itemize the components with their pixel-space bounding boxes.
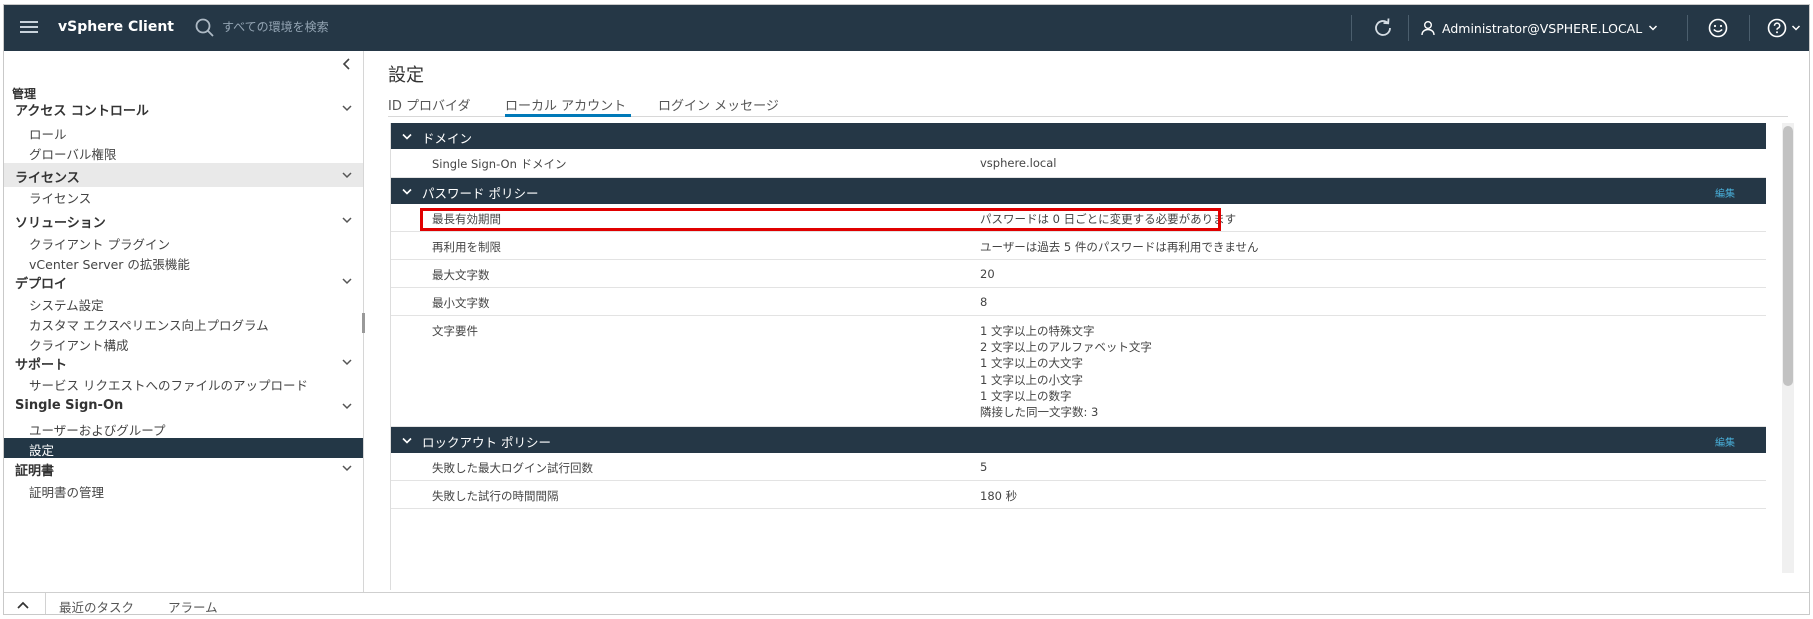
user-name: Administrator@VSPHERE.LOCAL — [1442, 20, 1643, 36]
header-divider — [1687, 15, 1688, 41]
page-title: 設定 — [388, 65, 424, 86]
header-divider — [1351, 15, 1352, 41]
sidebar-item-client-plugins[interactable]: クライアント プラグイン — [29, 234, 170, 253]
sidebar-section-sso[interactable]: Single Sign-On — [4, 394, 363, 418]
tab-local-accounts[interactable]: ローカル アカウント — [505, 95, 626, 114]
sidebar-item-roles[interactable]: ロール — [29, 124, 67, 143]
scrollbar-thumb[interactable] — [1783, 126, 1793, 386]
header-divider — [1408, 15, 1409, 41]
user-menu[interactable]: Administrator@VSPHERE.LOCAL — [1420, 18, 1658, 38]
edit-lockout-policy-link[interactable]: 編集 — [1715, 434, 1735, 449]
chevron-down-icon — [1649, 25, 1658, 31]
sidebar-section-deploy[interactable]: デプロイ — [4, 269, 363, 293]
search-icon[interactable] — [194, 17, 216, 39]
sidebar-section-access-control[interactable]: アクセス コントロール — [4, 96, 363, 120]
vertical-scrollbar[interactable] — [1782, 123, 1794, 573]
chevron-down-icon — [402, 188, 412, 195]
section-header-domain[interactable]: ドメイン — [391, 123, 1766, 149]
table-row: Single Sign-On ドメイン vsphere.local — [391, 149, 1766, 178]
sidebar-item-upload-file[interactable]: サービス リクエストへのファイルのアップロード — [29, 375, 308, 394]
search-input[interactable] — [222, 15, 562, 39]
top-header: vSphere Client Administrator@VSPHERE.LOC… — [4, 5, 1809, 51]
table-row: 再利用を制限 ユーザーは過去 5 件のパスワードは再利用できません — [391, 232, 1766, 260]
active-tab-indicator — [505, 114, 631, 117]
chevron-down-icon — [1791, 25, 1801, 31]
sidebar-item-system-config[interactable]: システム設定 — [29, 295, 104, 314]
chevron-down-icon — [402, 133, 412, 140]
app-title[interactable]: vSphere Client — [58, 19, 174, 35]
header-divider — [1749, 15, 1750, 41]
tab-identity-provider[interactable]: ID プロバイダ — [388, 95, 470, 114]
chevron-down-icon — [342, 403, 352, 410]
highlight-annotation-box — [420, 208, 1221, 231]
chevron-down-icon — [342, 359, 352, 366]
tab-bar: ID プロバイダ ローカル アカウント ログイン メッセージ — [388, 91, 1788, 117]
sidebar-section-licensing[interactable]: ライセンス — [4, 163, 363, 187]
alarms-tab[interactable]: アラーム — [168, 597, 218, 614]
bottom-divider — [45, 593, 46, 614]
table-row: 最小文字数 8 — [391, 288, 1766, 316]
feedback-smiley-icon[interactable] — [1707, 17, 1729, 39]
sidebar-section-certificates[interactable]: 証明書 — [4, 456, 363, 480]
bottom-panel-bar: 最近のタスク アラーム — [4, 592, 1809, 614]
tab-login-message[interactable]: ログイン メッセージ — [658, 95, 779, 114]
hamburger-menu-icon[interactable] — [18, 16, 40, 38]
help-menu[interactable] — [1766, 17, 1802, 39]
app-window: vSphere Client Administrator@VSPHERE.LOC… — [3, 4, 1810, 615]
section-header-password-policy[interactable]: パスワード ポリシー 編集 — [391, 178, 1766, 204]
table-row: 失敗した試行の時間間隔 180 秒 — [391, 481, 1766, 509]
help-icon — [1767, 18, 1787, 38]
main-content: 設定 ID プロバイダ ローカル アカウント ログイン メッセージ ドメイン S… — [365, 51, 1809, 592]
chevron-down-icon — [402, 437, 412, 444]
chevron-up-icon[interactable] — [16, 599, 30, 611]
edit-password-policy-link[interactable]: 編集 — [1715, 185, 1735, 200]
settings-panel: ドメイン Single Sign-On ドメイン vsphere.local パ… — [390, 123, 1766, 590]
chevron-down-icon — [342, 172, 352, 179]
sidebar-item-settings[interactable]: 設定 — [4, 438, 363, 458]
chevron-down-icon — [342, 465, 352, 472]
user-icon — [1421, 21, 1435, 36]
chevron-down-icon — [342, 105, 352, 112]
table-row: 最大文字数 20 — [391, 260, 1766, 288]
section-header-lockout-policy[interactable]: ロックアウト ポリシー 編集 — [391, 427, 1766, 453]
chevron-down-icon — [342, 278, 352, 285]
collapse-sidebar-icon[interactable] — [340, 57, 354, 71]
sidebar-item-licenses[interactable]: ライセンス — [29, 188, 91, 207]
sidebar-item-ceip[interactable]: カスタマ エクスペリエンス向上プログラム — [29, 315, 269, 334]
recent-tasks-tab[interactable]: 最近のタスク — [59, 597, 134, 614]
char-requirements-list: 1 文字以上の特殊文字 2 文字以上のアルファベット文字 1 文字以上の大文字 … — [980, 324, 1152, 420]
sidebar-item-users-groups[interactable]: ユーザーおよびグループ — [29, 420, 166, 439]
sidebar-item-global-permissions[interactable]: グローバル権限 — [29, 144, 116, 163]
sidebar-section-support[interactable]: サポート — [4, 350, 363, 374]
table-row: 文字要件 1 文字以上の特殊文字 2 文字以上のアルファベット文字 1 文字以上… — [391, 316, 1766, 427]
sidebar-section-solutions[interactable]: ソリューション — [4, 208, 363, 232]
refresh-icon[interactable] — [1371, 16, 1395, 40]
sidebar-item-cert-management[interactable]: 証明書の管理 — [29, 482, 104, 501]
chevron-down-icon — [342, 217, 352, 224]
table-row: 失敗した最大ログイン試行回数 5 — [391, 453, 1766, 481]
sidebar: 管理 アクセス コントロール ロール グローバル権限 ライセンス ライセンス ソ… — [4, 51, 366, 592]
